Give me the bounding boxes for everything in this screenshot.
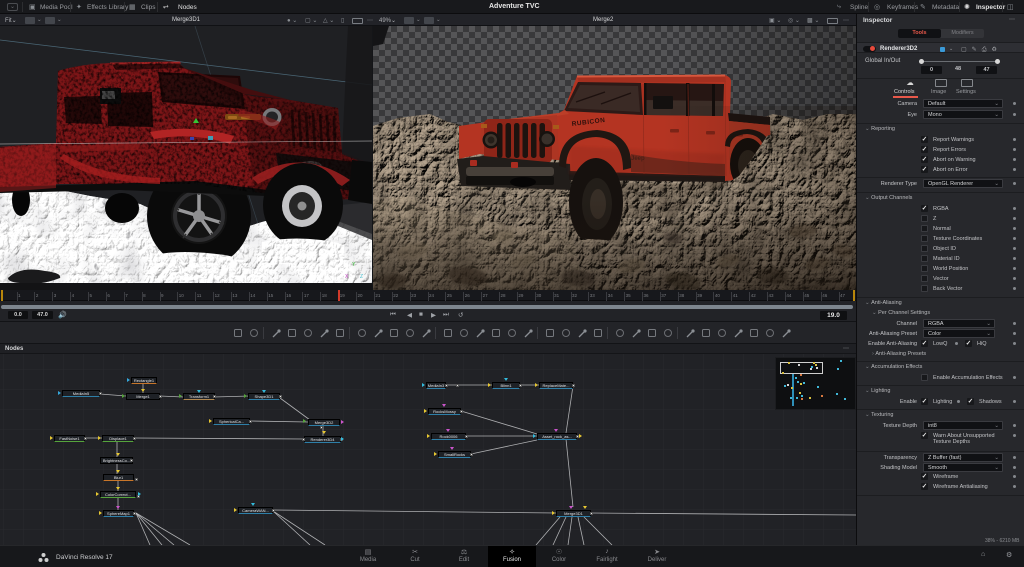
svg-text:Z: Z (360, 274, 363, 280)
